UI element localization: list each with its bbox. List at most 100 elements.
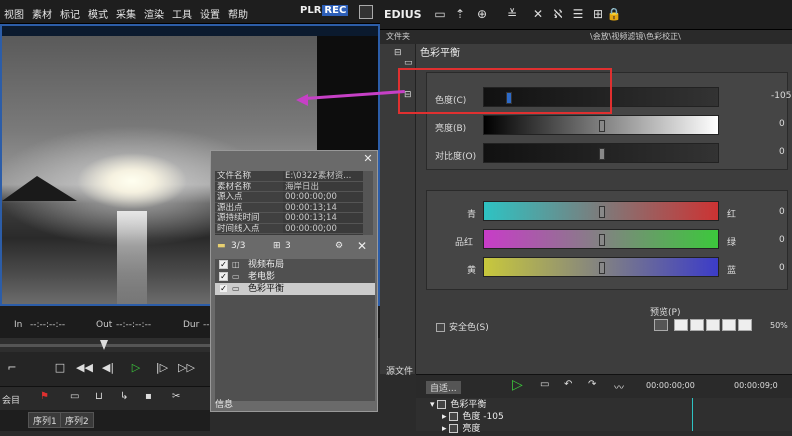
tab-sequence-2[interactable]: 序列2 <box>60 412 94 428</box>
close-icon[interactable]: ✕ <box>361 152 375 166</box>
settings-icon[interactable]: ⚙ <box>335 241 343 251</box>
hue-value[interactable]: -105 <box>771 91 791 101</box>
checkbox[interactable]: ✓ <box>219 272 228 281</box>
in-timecode[interactable]: --:--:--:-- <box>30 320 65 330</box>
mode-dropdown[interactable]: 自适... <box>426 381 461 394</box>
yellow-blue-slider[interactable] <box>483 257 719 277</box>
layer-icon[interactable]: ⊞ <box>273 241 281 251</box>
plr-rec-indicator[interactable]: PLR REC <box>300 5 349 16</box>
cyan-red-slider[interactable] <box>483 201 719 221</box>
preview-split-bottom-icon[interactable] <box>738 319 752 331</box>
contrast-value[interactable]: 0 <box>779 147 785 157</box>
app-title: EDIUS <box>384 8 422 21</box>
safe-color-option[interactable]: 安全色(S) <box>436 320 489 333</box>
list-item[interactable]: ✓ ◫ 视频布局 <box>215 259 375 271</box>
cyan-label: 青 <box>467 210 477 220</box>
tag-icon[interactable]: ☰ <box>570 6 586 22</box>
tab-sequence-1[interactable]: 序列1 <box>28 412 62 428</box>
menu-help[interactable]: 帮助 <box>224 0 252 21</box>
lock-icon[interactable]: 🔒 <box>606 6 622 22</box>
menu-tools[interactable]: 工具 <box>168 0 196 21</box>
track-checkbox[interactable] <box>437 400 447 409</box>
info-scrollbar[interactable] <box>363 171 373 235</box>
rgb-balance-group: 青 红 0 品红 绿 0 黄 蓝 0 <box>426 190 788 290</box>
folder-icon[interactable]: ▭ <box>432 6 448 22</box>
checkbox[interactable]: ✓ <box>219 260 228 269</box>
play-icon[interactable]: ▷ <box>512 377 523 393</box>
expand-icon[interactable]: ▸ <box>442 412 447 422</box>
magenta-green-value[interactable]: 0 <box>779 235 785 245</box>
delete-icon[interactable]: ✕ <box>357 239 367 253</box>
bin-header: 文件夹 \会放\视频滤镜\色彩校正\ <box>380 30 792 44</box>
contrast-knob[interactable] <box>599 148 605 160</box>
safe-color-checkbox[interactable] <box>436 323 445 332</box>
rewind-icon[interactable]: ◀◀ <box>76 360 93 376</box>
contrast-slider[interactable] <box>483 143 719 163</box>
open-folder-icon[interactable]: ⊔ <box>95 391 103 402</box>
out-timecode[interactable]: --:--:--:-- <box>116 320 151 330</box>
new-file-icon[interactable]: ▭ <box>70 391 79 402</box>
cyan-red-knob[interactable] <box>599 206 605 218</box>
preview-pen-icon[interactable] <box>654 319 668 331</box>
menu-render[interactable]: 渲染 <box>140 0 168 21</box>
set-in-icon[interactable]: ⌐ <box>4 360 20 376</box>
track-row[interactable]: ▸ 亮度 <box>416 422 646 436</box>
monitor-icon[interactable]: ▭ <box>540 379 549 390</box>
step-back-icon[interactable]: ◀| <box>100 360 116 376</box>
menu-settings[interactable]: 设置 <box>196 0 224 21</box>
menu-marker[interactable]: 标记 <box>56 0 84 21</box>
preview-split-top-icon[interactable] <box>722 319 736 331</box>
brightness-value[interactable]: 0 <box>779 119 785 129</box>
info-table: 文件名称 E:\0322素材资... 素材名称 海岸日出 源入点 00:00:00;0… <box>215 171 363 235</box>
preview-full-icon[interactable] <box>674 319 688 331</box>
info-value: E:\0322素材资... <box>285 171 352 181</box>
checkbox[interactable]: ✓ <box>219 284 228 293</box>
track-value[interactable]: -105 <box>483 412 503 422</box>
menu-view[interactable]: 视图 <box>0 0 28 21</box>
up-icon[interactable]: ⇡ <box>452 6 468 22</box>
stop-icon[interactable]: □ <box>52 360 68 376</box>
menu-mode[interactable]: 模式 <box>84 0 112 21</box>
effect-icon[interactable]: ℵ <box>550 6 566 22</box>
sequence-toolbar: 会目 ⚑ ▭ ⊔ ↳ ▪ ✂ <box>0 386 210 410</box>
view-icon[interactable]: ⊞ <box>590 6 606 22</box>
fast-forward-icon[interactable]: ▷▷ <box>178 360 195 376</box>
undo-icon[interactable]: ↶ <box>564 379 572 390</box>
menu-clip[interactable]: 素材 <box>28 0 56 21</box>
track-checkbox[interactable] <box>449 424 459 433</box>
tree-node[interactable]: ▭ <box>404 58 413 68</box>
waveform-icon[interactable]: 〰 <box>614 379 624 394</box>
preview-split-left-icon[interactable] <box>690 319 704 331</box>
menu-capture[interactable]: 采集 <box>112 0 140 21</box>
play-icon[interactable]: ▷ <box>128 360 144 376</box>
delete-icon[interactable]: ✕ <box>530 6 546 22</box>
brightness-knob[interactable] <box>599 120 605 132</box>
timeline-cursor[interactable] <box>692 398 693 431</box>
export-icon[interactable]: ↳ <box>120 391 128 402</box>
yellow-blue-knob[interactable] <box>599 262 605 274</box>
edit-icon[interactable]: ≚ <box>504 6 520 22</box>
track-checkbox[interactable] <box>449 412 459 421</box>
cyan-red-value[interactable]: 0 <box>779 207 785 217</box>
add-clip-icon[interactable]: ⊕ <box>474 6 490 22</box>
effect-list: ✓ ◫ 视频布局 ✓ ▭ 老电影 ✓ ▭ 色彩平衡 <box>215 259 375 401</box>
scrub-bar[interactable] <box>0 338 210 352</box>
list-item[interactable]: ✓ ▭ 色彩平衡 <box>215 283 375 295</box>
flag-icon[interactable]: ⚑ <box>40 391 49 402</box>
tree-node[interactable]: ⊟ <box>394 48 402 58</box>
step-forward-icon[interactable]: |▷ <box>154 360 170 376</box>
expand-icon[interactable]: ▾ <box>430 400 435 410</box>
yellow-blue-value[interactable]: 0 <box>779 263 785 273</box>
info-value: 00:00:00;00 <box>285 223 337 234</box>
save-icon[interactable]: ▪ <box>145 391 152 402</box>
preview-split-right-icon[interactable] <box>706 319 720 331</box>
expand-icon[interactable]: ▸ <box>442 424 447 434</box>
magenta-green-knob[interactable] <box>599 234 605 246</box>
magenta-green-slider[interactable] <box>483 229 719 249</box>
list-item[interactable]: ✓ ▭ 老电影 <box>215 271 375 283</box>
rock-silhouette <box>2 176 77 201</box>
window-toggle-button[interactable] <box>359 5 373 19</box>
cut-icon[interactable]: ✂ <box>172 391 180 402</box>
redo-icon[interactable]: ↷ <box>588 379 596 390</box>
brightness-slider[interactable] <box>483 115 719 135</box>
